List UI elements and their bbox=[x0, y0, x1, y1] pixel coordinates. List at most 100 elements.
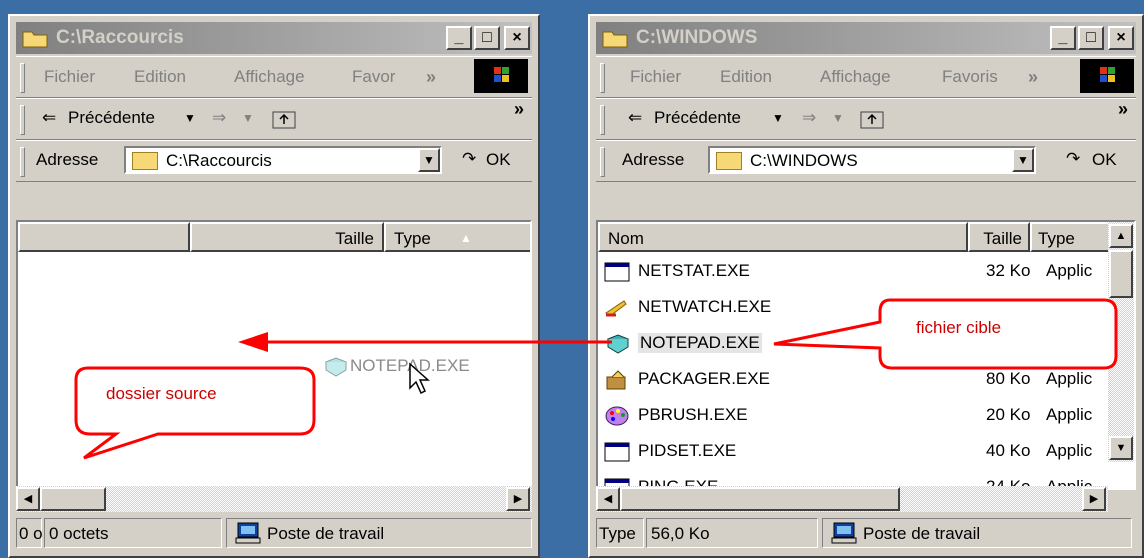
windows-logo-icon bbox=[1080, 59, 1134, 93]
go-arrow-icon[interactable]: ↷ bbox=[1066, 149, 1080, 169]
menu-overflow-chevron-icon[interactable]: » bbox=[1028, 67, 1038, 88]
netwatch-icon bbox=[605, 300, 627, 317]
address-combo[interactable]: C:\WINDOWS ▼ bbox=[708, 146, 1036, 174]
back-button-label[interactable]: Précédente bbox=[68, 108, 155, 128]
menu-edition[interactable]: Edition bbox=[134, 67, 186, 87]
list-item[interactable]: NETWATCH.EXE bbox=[604, 294, 1104, 322]
menu-edition[interactable]: Edition bbox=[720, 67, 772, 87]
scroll-left-button[interactable]: ◀ bbox=[596, 487, 620, 511]
list-item-selected[interactable]: NOTEPAD.EXE bbox=[604, 330, 1104, 358]
close-button[interactable]: × bbox=[504, 26, 530, 50]
maximize-button[interactable]: □ bbox=[474, 26, 500, 50]
toolbar-grip[interactable] bbox=[20, 147, 25, 177]
column-header-size[interactable]: Taille bbox=[190, 222, 384, 252]
status-size: 56,0 Ko bbox=[646, 518, 818, 548]
toolbar-overflow-chevron-icon[interactable]: » bbox=[514, 99, 524, 120]
menu-affichage[interactable]: Affichage bbox=[234, 67, 305, 87]
folder-icon bbox=[22, 31, 48, 48]
left-title-bar[interactable]: C:\Raccourcis _ □ × bbox=[16, 22, 532, 54]
scroll-up-button[interactable]: ▲ bbox=[1109, 224, 1133, 248]
go-button[interactable]: OK bbox=[1092, 150, 1117, 170]
folder-icon bbox=[132, 152, 158, 170]
back-button-label[interactable]: Précédente bbox=[654, 108, 741, 128]
address-value[interactable]: C:\WINDOWS bbox=[750, 151, 858, 171]
forward-arrow-icon[interactable]: ⇒ bbox=[802, 108, 816, 128]
status-zone: Poste de travail bbox=[226, 518, 532, 548]
list-item[interactable]: PACKAGER.EXE 80 Ko Applic bbox=[604, 366, 1104, 394]
target-callout-label: fichier cible bbox=[916, 318, 1002, 337]
address-label: Adresse bbox=[622, 150, 685, 169]
column-header-type[interactable]: Type bbox=[1030, 222, 1110, 252]
minimize-button[interactable]: _ bbox=[1050, 26, 1076, 50]
list-item[interactable]: PIDSET.EXE 40 Ko Applic bbox=[604, 438, 1104, 466]
menu-bar: Fichier Edition Affichage Favoris » bbox=[596, 56, 1136, 98]
toolbar-grip[interactable] bbox=[600, 147, 605, 177]
menu-fichier[interactable]: Fichier bbox=[630, 67, 681, 87]
scroll-thumb[interactable] bbox=[620, 487, 900, 511]
notepad-icon bbox=[324, 357, 348, 377]
status-type: Type bbox=[596, 518, 644, 548]
source-callout-label: dossier source bbox=[106, 384, 217, 403]
column-header-name[interactable]: Nom bbox=[598, 222, 968, 252]
address-dropdown-icon[interactable]: ▼ bbox=[1012, 148, 1034, 172]
column-header-blank[interactable] bbox=[18, 222, 190, 252]
status-bar: 0 o 0 octets Poste de travail bbox=[16, 516, 532, 550]
toolbar-overflow-chevron-icon[interactable]: » bbox=[1118, 99, 1128, 120]
go-arrow-icon[interactable]: ↷ bbox=[462, 149, 476, 169]
scroll-left-button[interactable]: ◀ bbox=[16, 487, 40, 511]
toolbar-grip[interactable] bbox=[600, 105, 605, 135]
maximize-button[interactable]: □ bbox=[1078, 26, 1104, 50]
horizontal-scrollbar[interactable]: ◀ ▶ bbox=[16, 486, 532, 512]
menu-bar: Fichier Edition Affichage Favor » bbox=[16, 56, 532, 98]
menu-overflow-chevron-icon[interactable]: » bbox=[426, 67, 436, 88]
scroll-thumb[interactable] bbox=[1109, 250, 1133, 298]
column-header-type[interactable]: Type ▲ bbox=[384, 222, 530, 252]
notepad-icon bbox=[606, 334, 630, 354]
window-exe-icon bbox=[604, 442, 630, 462]
menu-favoris[interactable]: Favoris bbox=[942, 67, 998, 87]
file-list-pane[interactable]: Taille Type ▲ NOTEPAD.EXE bbox=[16, 220, 532, 490]
address-bar: Adresse C:\WINDOWS ▼ ↷ OK bbox=[596, 140, 1136, 182]
scroll-right-button[interactable]: ▶ bbox=[1082, 487, 1106, 511]
menu-affichage[interactable]: Affichage bbox=[820, 67, 891, 87]
column-header-size[interactable]: Taille bbox=[968, 222, 1030, 252]
forward-arrow-icon[interactable]: ⇒ bbox=[212, 108, 226, 128]
address-value[interactable]: C:\Raccourcis bbox=[166, 151, 272, 171]
scroll-down-button[interactable]: ▼ bbox=[1109, 436, 1133, 460]
back-dropdown-icon[interactable]: ▼ bbox=[772, 111, 784, 125]
address-bar: Adresse C:\Raccourcis ▼ ↷ OK bbox=[16, 140, 532, 182]
toolbar-grip[interactable] bbox=[20, 63, 25, 93]
menu-fichier[interactable]: Fichier bbox=[44, 67, 95, 87]
address-label: Adresse bbox=[36, 150, 99, 169]
window-title: C:\Raccourcis bbox=[56, 27, 184, 48]
toolbar-grip[interactable] bbox=[600, 63, 605, 93]
close-button[interactable]: × bbox=[1108, 26, 1134, 50]
toolbar-grip[interactable] bbox=[20, 105, 25, 135]
mouse-cursor-icon bbox=[409, 362, 430, 395]
file-list-pane[interactable]: Nom Taille Type NETSTAT.EXE 32 Ko Applic… bbox=[596, 220, 1136, 490]
standard-toolbar: ⇐ Précédente ▼ ⇒ ▼ » bbox=[596, 98, 1136, 140]
up-folder-icon[interactable] bbox=[272, 108, 298, 135]
go-button[interactable]: OK bbox=[486, 150, 511, 170]
list-item[interactable]: NETSTAT.EXE 32 Ko Applic bbox=[604, 258, 1104, 286]
standard-toolbar: ⇐ Précédente ▼ ⇒ ▼ » bbox=[16, 98, 532, 140]
up-folder-icon[interactable] bbox=[860, 108, 886, 135]
scroll-thumb[interactable] bbox=[40, 487, 106, 511]
address-combo[interactable]: C:\Raccourcis ▼ bbox=[124, 146, 442, 174]
scroll-right-button[interactable]: ▶ bbox=[506, 487, 530, 511]
folder-icon bbox=[602, 31, 628, 48]
back-arrow-icon[interactable]: ⇐ bbox=[42, 108, 56, 128]
address-dropdown-icon[interactable]: ▼ bbox=[418, 148, 440, 172]
forward-dropdown-icon[interactable]: ▼ bbox=[242, 111, 254, 125]
back-dropdown-icon[interactable]: ▼ bbox=[184, 111, 196, 125]
status-zone: Poste de travail bbox=[822, 518, 1132, 548]
horizontal-scrollbar[interactable]: ◀ ▶ bbox=[596, 486, 1108, 512]
window-exe-icon bbox=[604, 262, 630, 282]
vertical-scrollbar[interactable]: ▲ ▼ bbox=[1108, 222, 1134, 462]
menu-favoris[interactable]: Favor bbox=[352, 67, 395, 87]
back-arrow-icon[interactable]: ⇐ bbox=[628, 108, 642, 128]
list-item[interactable]: PBRUSH.EXE 20 Ko Applic bbox=[604, 402, 1104, 430]
minimize-button[interactable]: _ bbox=[446, 26, 472, 50]
forward-dropdown-icon[interactable]: ▼ bbox=[832, 111, 844, 125]
right-title-bar[interactable]: C:\WINDOWS _ □ × bbox=[596, 22, 1136, 54]
